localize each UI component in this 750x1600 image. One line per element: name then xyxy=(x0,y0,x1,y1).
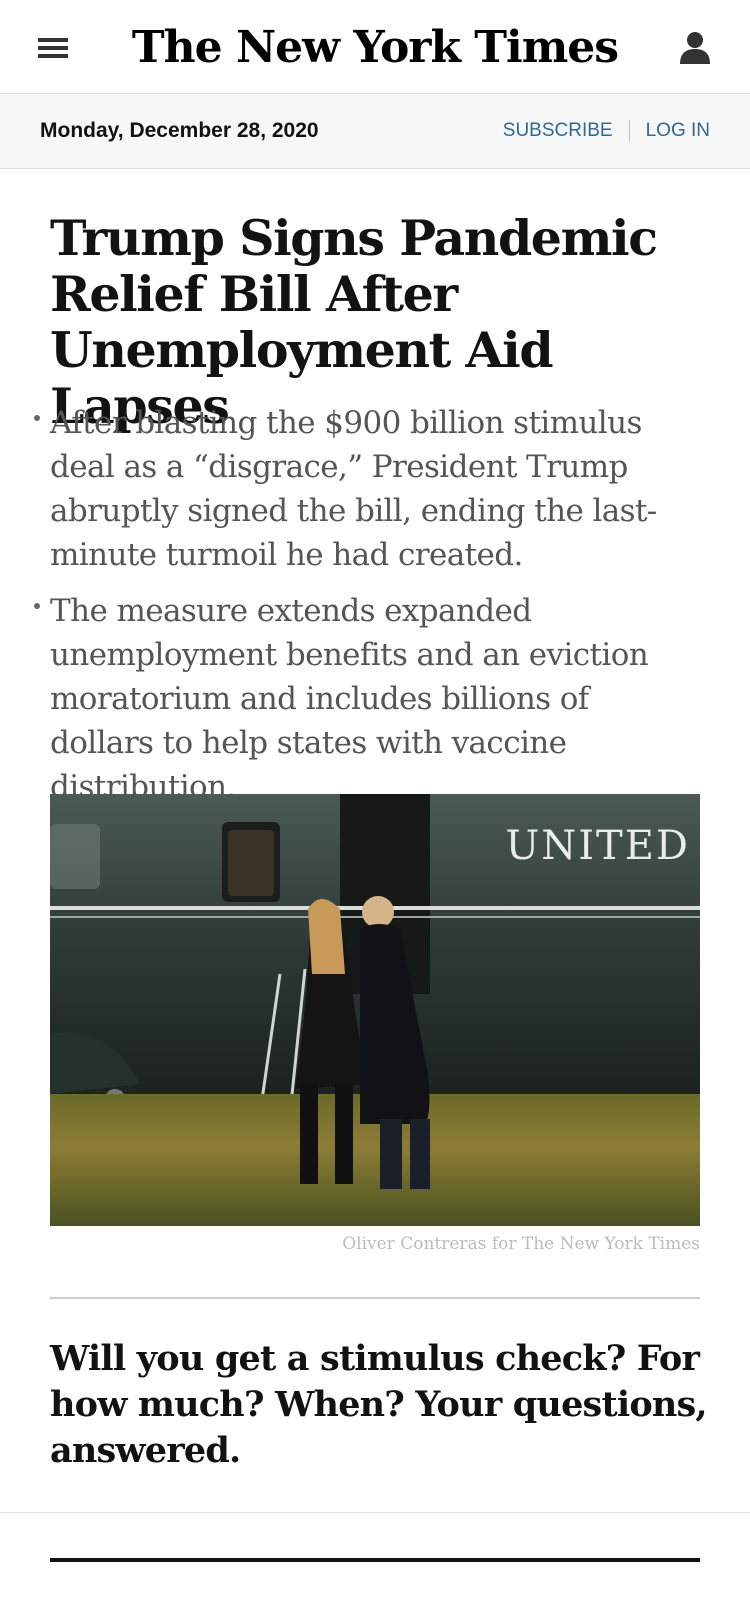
section-divider-bold xyxy=(50,1558,700,1562)
section-divider xyxy=(0,1512,750,1513)
date-bar: Monday, December 28, 2020 SUBSCRIBE LOG … xyxy=(0,95,750,169)
login-link[interactable]: LOG IN xyxy=(646,120,710,142)
subscribe-link[interactable]: SUBSCRIBE xyxy=(503,120,613,142)
nyt-logo[interactable]: The New York Times xyxy=(0,18,750,78)
article-photo[interactable]: UNITED xyxy=(50,794,700,1226)
auth-links: SUBSCRIBE LOG IN xyxy=(503,120,710,142)
user-account-icon[interactable] xyxy=(678,30,712,66)
photo-credit: Oliver Contreras for The New York Times xyxy=(342,1234,700,1254)
article-summary-list: After blasting the $900 billion stimulus… xyxy=(34,401,700,821)
summary-bullet: The measure extends expanded unemploymen… xyxy=(34,589,700,809)
summary-bullet: After blasting the $900 billion stimulus… xyxy=(34,401,700,577)
related-article-headline[interactable]: Will you get a stimulus check? For how m… xyxy=(50,1336,710,1474)
section-divider xyxy=(50,1297,700,1299)
current-date: Monday, December 28, 2020 xyxy=(40,119,319,142)
divider xyxy=(628,120,630,142)
masthead: The New York Times xyxy=(0,0,750,94)
photo-lettering: UNITED xyxy=(506,823,690,869)
